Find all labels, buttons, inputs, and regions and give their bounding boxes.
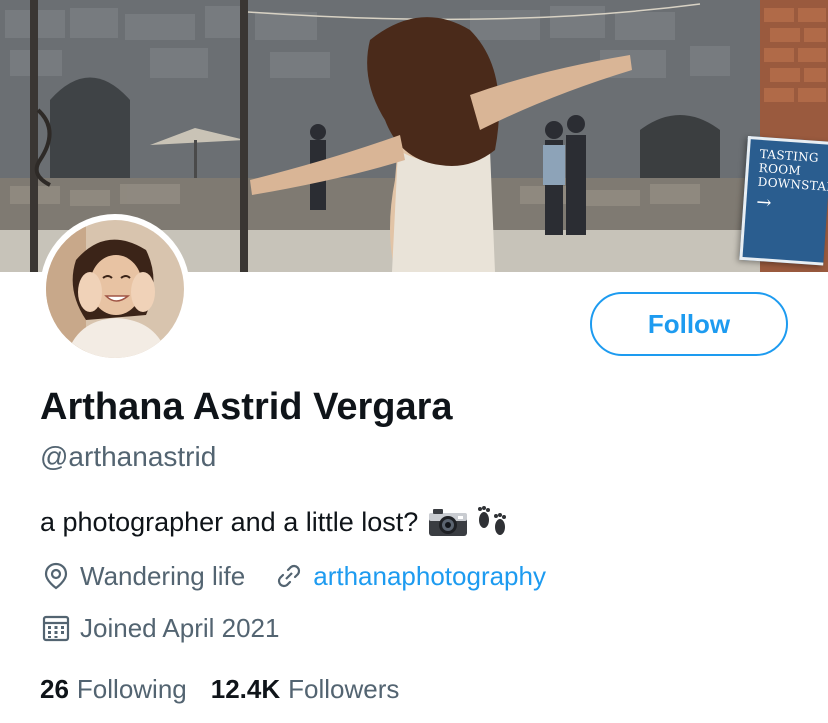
- joined-date: Joined April 2021: [80, 612, 280, 643]
- following-count: 26: [40, 674, 69, 704]
- location-text: Wandering life: [80, 560, 246, 591]
- avatar[interactable]: [40, 214, 190, 364]
- profile-meta-row: Wandering life arthanaphotography: [40, 560, 546, 592]
- followers-label: Followers: [288, 674, 400, 704]
- following-label: Following: [76, 674, 187, 704]
- bio-emojis: [428, 505, 510, 539]
- link-icon: [273, 560, 305, 592]
- avatar-photo: [46, 220, 184, 358]
- website-link[interactable]: arthanaphotography: [313, 561, 546, 592]
- user-handle: @arthanastrid: [40, 441, 217, 472]
- follow-button[interactable]: Follow: [590, 292, 788, 356]
- bio: a photographer and a little lost?: [40, 505, 510, 539]
- footprints-icon: [478, 506, 507, 535]
- follow-stats: 26 Following 12.4K Followers: [40, 674, 423, 705]
- followers-count: 12.4K: [210, 674, 281, 704]
- bio-text: a photographer and a little lost?: [40, 506, 419, 537]
- tasting-room-sign: TASTING ROOM DOWNSTAIRS →: [739, 136, 828, 266]
- followers-link[interactable]: 12.4K Followers: [211, 674, 400, 705]
- camera-icon: [429, 509, 468, 536]
- calendar-icon: [40, 612, 72, 644]
- following-link[interactable]: 26 Following: [40, 674, 187, 705]
- joined-row: Joined April 2021: [40, 612, 279, 644]
- sign-arrow: →: [755, 192, 773, 215]
- sign-line-3: DOWNSTAIRS: [757, 174, 828, 195]
- location-pin-icon: [40, 560, 72, 592]
- display-name: Arthana Astrid Vergara: [40, 386, 453, 428]
